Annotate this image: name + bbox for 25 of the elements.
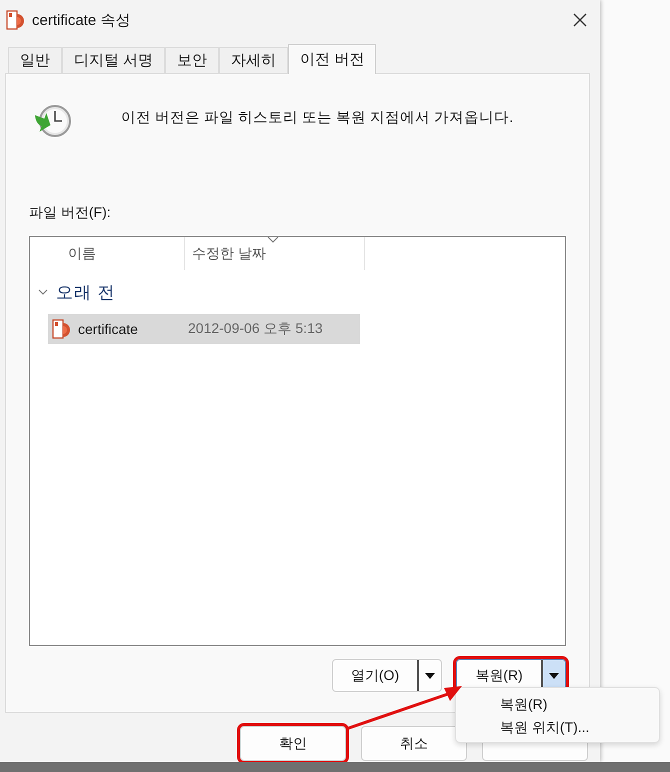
dialog-button[interactable]: 확인 — [240, 726, 346, 761]
column-header[interactable]: 이름 — [30, 237, 185, 270]
presentation-file-icon — [52, 319, 70, 339]
split-button[interactable]: 열기(O) — [332, 659, 442, 692]
window-title: certificate 속성 — [32, 10, 130, 30]
tab[interactable]: 자세히 — [219, 47, 288, 73]
file-versions-label: 파일 버전(F): — [29, 204, 112, 222]
dialog-button[interactable]: 취소 — [361, 726, 467, 761]
dropdown-icon[interactable] — [425, 672, 435, 678]
dropdown-icon[interactable] — [549, 672, 559, 678]
close-icon[interactable] — [572, 12, 588, 28]
column-header[interactable]: 수정한 날짜 — [185, 237, 365, 270]
tab[interactable]: 이전 버전 — [288, 44, 376, 74]
version-row[interactable]: certificate 2012-09-06 오후 5:13 — [48, 314, 360, 344]
tab[interactable]: 보안 — [165, 47, 220, 73]
chevron-icon[interactable] — [38, 288, 48, 296]
file-name: certificate — [78, 321, 139, 337]
tab[interactable]: 일반 — [8, 47, 62, 73]
sort-icon — [267, 236, 279, 244]
presentation-file-icon — [6, 10, 24, 30]
group-header: 오래 전 — [56, 282, 116, 304]
menu-item[interactable]: 복원(R) — [456, 693, 659, 716]
description-text: 이전 버전은 파일 히스토리 또는 복원 지점에서 가져옵니다. — [121, 108, 514, 126]
modified-date: 2012-09-06 오후 5:13 — [188, 320, 323, 338]
tab[interactable]: 디지털 서명 — [62, 47, 166, 73]
